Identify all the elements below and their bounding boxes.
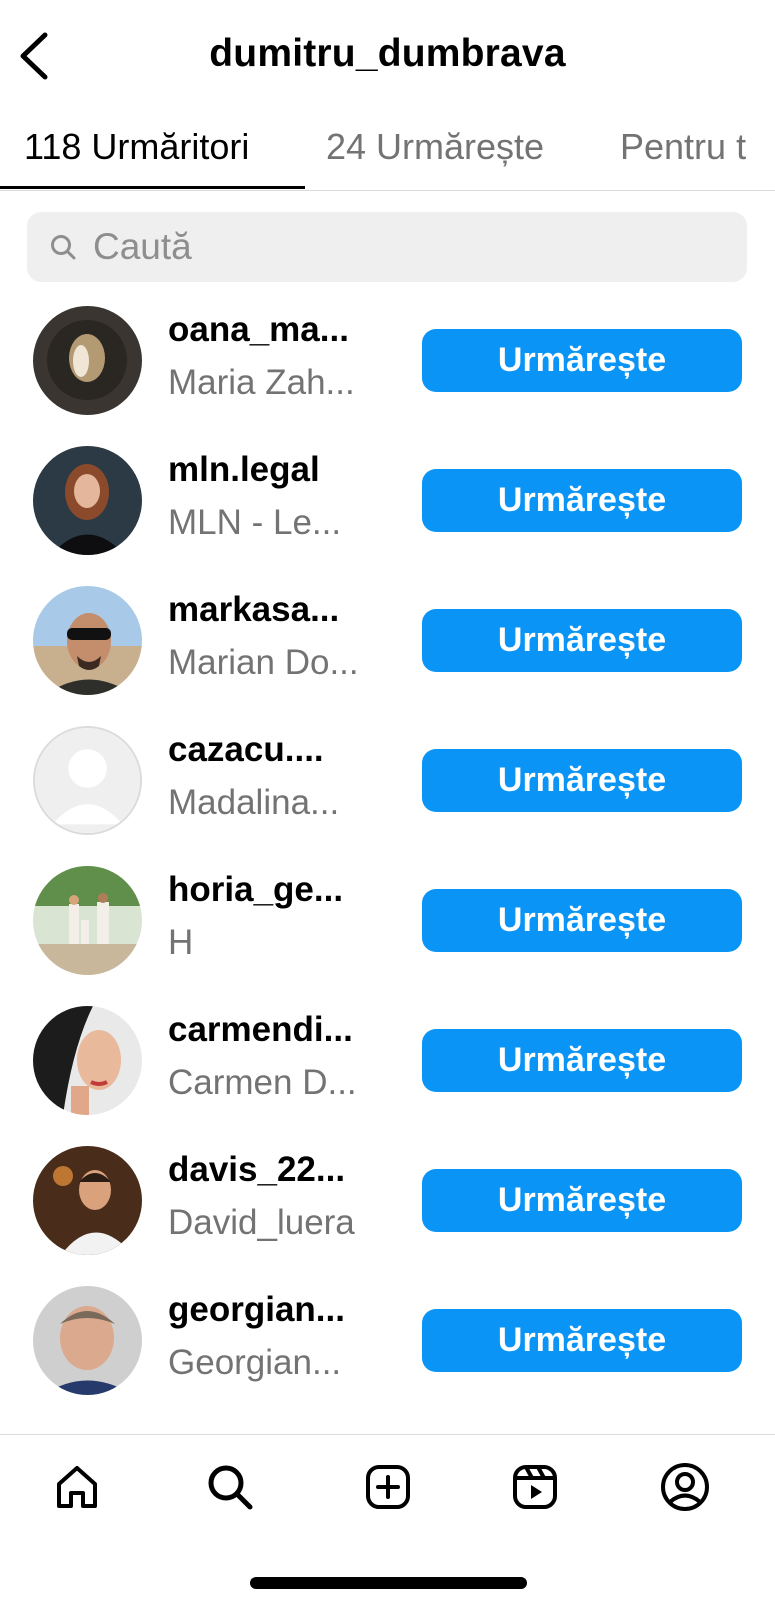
top-header: dumitru_dumbrava xyxy=(0,0,775,112)
avatar[interactable] xyxy=(33,1006,142,1115)
default-avatar-icon[interactable] xyxy=(33,726,142,835)
home-icon xyxy=(57,1466,97,1508)
username[interactable]: horia_ge... xyxy=(168,870,343,910)
list-item[interactable]: oana_ma... Maria Zah... Urmărește xyxy=(0,300,775,443)
username[interactable]: cazacu.... xyxy=(168,730,324,770)
avatar[interactable] xyxy=(33,446,142,555)
follow-button[interactable]: Urmărește xyxy=(422,1029,742,1092)
profile-icon xyxy=(661,1463,709,1511)
home-indicator[interactable] xyxy=(250,1577,527,1589)
tab-followers[interactable]: 118 Urmăritori xyxy=(24,126,249,168)
nav-reels[interactable] xyxy=(505,1457,565,1517)
follow-button[interactable]: Urmărește xyxy=(422,889,742,952)
full-name: Marian Do... xyxy=(168,643,359,682)
avatar[interactable] xyxy=(33,306,142,415)
active-tab-indicator xyxy=(0,186,305,189)
avatar[interactable] xyxy=(33,586,142,695)
tab-bar: 118 Urmăritori 24 Urmărește Pentru t xyxy=(0,112,775,191)
nav-search[interactable] xyxy=(200,1457,260,1517)
username[interactable]: mln.legal xyxy=(168,450,320,490)
list-item[interactable]: carmendi... Carmen D... Urmărește xyxy=(0,1000,775,1143)
follow-button[interactable]: Urmărește xyxy=(422,1169,742,1232)
list-item[interactable]: cazacu.... Madalina... Urmărește xyxy=(0,720,775,863)
full-name: Carmen D... xyxy=(168,1063,357,1102)
full-name: David_luera xyxy=(168,1203,355,1242)
bottom-navigation xyxy=(0,1434,775,1601)
full-name: Georgian... xyxy=(168,1343,342,1382)
follow-button[interactable]: Urmărește xyxy=(422,329,742,392)
full-name: Maria Zah... xyxy=(168,363,355,402)
search-icon xyxy=(51,235,76,260)
list-item[interactable]: mln.legal MLN - Le... Urmărește xyxy=(0,440,775,583)
avatar[interactable] xyxy=(33,866,142,975)
list-item[interactable]: georgian... Georgian... Urmărește xyxy=(0,1280,775,1423)
full-name: H xyxy=(168,923,194,962)
list-item[interactable]: markasa... Marian Do... Urmărește xyxy=(0,580,775,723)
follow-button[interactable]: Urmărește xyxy=(422,749,742,812)
follow-button[interactable]: Urmărește xyxy=(422,469,742,532)
username[interactable]: georgian... xyxy=(168,1290,345,1330)
full-name: MLN - Le... xyxy=(168,503,342,542)
nav-profile[interactable] xyxy=(655,1457,715,1517)
username[interactable]: markasa... xyxy=(168,590,339,630)
follow-button[interactable]: Urmărește xyxy=(422,1309,742,1372)
full-name: Madalina... xyxy=(168,783,340,822)
avatar[interactable] xyxy=(33,1286,142,1395)
search-input[interactable] xyxy=(91,225,695,269)
search-icon xyxy=(208,1465,253,1510)
list-item[interactable]: horia_ge... H Urmărește xyxy=(0,860,775,1003)
search-bar[interactable] xyxy=(27,212,747,282)
create-post-icon xyxy=(366,1465,410,1509)
follow-button[interactable]: Urmărește xyxy=(422,609,742,672)
nav-create[interactable] xyxy=(358,1457,418,1517)
nav-home[interactable] xyxy=(47,1457,107,1517)
username[interactable]: carmendi... xyxy=(168,1010,353,1050)
reels-icon xyxy=(513,1465,557,1509)
username[interactable]: oana_ma... xyxy=(168,310,349,350)
avatar[interactable] xyxy=(33,1146,142,1255)
page-title: dumitru_dumbrava xyxy=(209,32,566,75)
tab-for-you[interactable]: Pentru t xyxy=(620,126,746,168)
list-item[interactable]: davis_22... David_luera Urmărește xyxy=(0,1140,775,1283)
tab-following[interactable]: 24 Urmărește xyxy=(326,126,544,168)
username[interactable]: davis_22... xyxy=(168,1150,345,1190)
